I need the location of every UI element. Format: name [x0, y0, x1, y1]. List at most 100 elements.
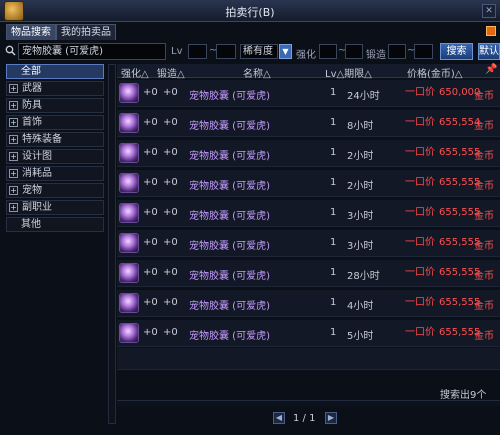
chevron-down-icon[interactable]: ▼: [279, 44, 292, 59]
col-forge-header[interactable]: 锻造△: [157, 65, 185, 80]
expand-icon[interactable]: +: [9, 84, 18, 93]
title-bar: 拍卖行(B) ✕: [0, 0, 500, 22]
row-time: 2小时: [347, 151, 374, 162]
flag-icon: [486, 26, 496, 36]
table-row[interactable]: +0 +0 宠物胶囊 (可爱虎) 1 8小时 一口价 655,554 金币: [117, 110, 500, 137]
row-strength: +0: [143, 87, 158, 98]
row-price-unit: 金币: [474, 181, 494, 192]
col-name-header[interactable]: 名称△: [243, 65, 271, 80]
category-special-equipment[interactable]: + 特殊装备: [6, 132, 104, 147]
tab-item-search[interactable]: 物品搜索: [6, 24, 56, 40]
row-forge: +0: [163, 297, 178, 308]
row-time: 8小时: [347, 121, 374, 132]
strength-max-input[interactable]: [345, 44, 363, 59]
row-item-name: 宠物胶囊 (可爱虎): [189, 181, 270, 192]
arrow-left-icon[interactable]: ◀: [273, 412, 285, 424]
row-strength: +0: [143, 147, 158, 158]
row-buyout-label: 一口价: [405, 267, 435, 278]
close-icon[interactable]: ✕: [482, 4, 496, 18]
lv-max-input[interactable]: [216, 44, 236, 59]
row-forge: +0: [163, 207, 178, 218]
table-row[interactable]: +0 +0 宠物胶囊 (可爱虎) 1 2小时 一口价 655,555 金币: [117, 140, 500, 167]
row-forge: +0: [163, 147, 178, 158]
forge-label: 锻造: [366, 50, 386, 61]
row-time: 4小时: [347, 301, 374, 312]
pet-capsule-icon: [119, 143, 139, 163]
forge-max-input[interactable]: [414, 44, 433, 59]
row-lv: 1: [330, 147, 337, 158]
row-strength: +0: [143, 207, 158, 218]
empty-row: [117, 348, 500, 370]
results-table: 强化△ 锻造△ 名称△ Lv△期限△ 价格(金币)△ 📌 +0 +0 宠物胶囊 …: [117, 64, 500, 410]
row-price-unit: 金币: [474, 91, 494, 102]
pet-capsule-icon: [119, 263, 139, 283]
expand-icon[interactable]: +: [9, 169, 18, 178]
category-accessories[interactable]: + 首饰: [6, 115, 104, 130]
expand-icon[interactable]: +: [9, 118, 18, 127]
row-item-name: 宠物胶囊 (可爱虎): [189, 271, 270, 282]
strength-min-input[interactable]: [319, 44, 337, 59]
row-buyout-label: 一口价: [405, 297, 435, 308]
page-indicator: 1 / 1: [293, 413, 316, 424]
row-forge: +0: [163, 327, 178, 338]
expand-icon[interactable]: +: [9, 203, 18, 212]
table-row[interactable]: +0 +0 宠物胶囊 (可爱虎) 1 2小时 一口价 655,555 金币: [117, 170, 500, 197]
table-row[interactable]: +0 +0 宠物胶囊 (可爱虎) 1 24小时 一口价 650,000 金币: [117, 80, 500, 107]
tab-my-auctions[interactable]: 我的拍卖品: [56, 24, 116, 40]
expand-icon[interactable]: +: [9, 152, 18, 161]
table-row[interactable]: +0 +0 宠物胶囊 (可爱虎) 1 4小时 一口价 655,555 金币: [117, 290, 500, 317]
row-buyout-label: 一口价: [405, 117, 435, 128]
pet-capsule-icon: [119, 83, 139, 103]
lv-min-input[interactable]: [188, 44, 207, 59]
row-buyout-label: 一口价: [405, 327, 435, 338]
row-lv: 1: [330, 207, 337, 218]
category-weapons[interactable]: + 武器: [6, 81, 104, 96]
search-button[interactable]: 搜索: [440, 43, 473, 60]
arrow-right-icon[interactable]: ▶: [325, 412, 337, 424]
row-time: 5小时: [347, 331, 374, 342]
row-forge: +0: [163, 267, 178, 278]
row-price-unit: 金币: [474, 301, 494, 312]
row-price-unit: 金币: [474, 271, 494, 282]
expand-icon[interactable]: +: [9, 186, 18, 195]
expand-icon[interactable]: +: [9, 101, 18, 110]
default-button[interactable]: 默认: [478, 43, 500, 60]
forge-min-input[interactable]: [388, 44, 406, 59]
category-consumables[interactable]: + 消耗品: [6, 166, 104, 181]
category-others[interactable]: 其他: [6, 217, 104, 232]
category-blueprints[interactable]: + 设计图: [6, 149, 104, 164]
window-title: 拍卖行(B): [225, 6, 275, 19]
category-label: 其他: [21, 219, 41, 230]
category-label: 全部: [21, 66, 41, 77]
row-price-unit: 金币: [474, 241, 494, 252]
row-item-name: 宠物胶囊 (可爱虎): [189, 241, 270, 252]
row-lv: 1: [330, 117, 337, 128]
expand-icon[interactable]: +: [9, 135, 18, 144]
item-name-input[interactable]: 宠物胶囊 (可爱虎): [18, 43, 166, 60]
category-scrollbar[interactable]: [108, 64, 116, 424]
row-buyout-label: 一口价: [405, 237, 435, 248]
table-row[interactable]: +0 +0 宠物胶囊 (可爱虎) 1 3小时 一口价 655,555 金币: [117, 200, 500, 227]
row-price-unit: 金币: [474, 151, 494, 162]
row-forge: +0: [163, 237, 178, 248]
row-price-unit: 金币: [474, 331, 494, 342]
pet-capsule-icon: [119, 203, 139, 223]
category-label: 宠物: [22, 185, 42, 196]
category-pets[interactable]: + 宠物: [6, 183, 104, 198]
col-strength-header[interactable]: 强化△: [121, 65, 149, 80]
pet-capsule-icon: [119, 293, 139, 313]
rarity-select[interactable]: 稀有度: [240, 44, 278, 59]
category-sub-profession[interactable]: + 副职业: [6, 200, 104, 215]
col-price-header[interactable]: 价格(金币)△: [407, 65, 463, 80]
table-row[interactable]: +0 +0 宠物胶囊 (可爱虎) 1 28小时 一口价 655,555 金币: [117, 260, 500, 287]
table-row[interactable]: +0 +0 宠物胶囊 (可爱虎) 1 5小时 一口价 655,555 金币: [117, 320, 500, 347]
row-strength: +0: [143, 237, 158, 248]
table-row[interactable]: +0 +0 宠物胶囊 (可爱虎) 1 3小时 一口价 655,555 金币: [117, 230, 500, 257]
pin-icon[interactable]: 📌: [485, 64, 497, 75]
category-all[interactable]: 全部: [6, 64, 104, 79]
category-list: 全部 + 武器 + 防具 + 首饰 + 特殊装备 + 设计图 + 消耗品 + 宠物 + 副职业 …: [6, 64, 104, 424]
category-label: 副职业: [22, 202, 52, 213]
category-armor[interactable]: + 防具: [6, 98, 104, 113]
row-buyout-label: 一口价: [405, 87, 435, 98]
col-lv-time-header[interactable]: Lv△期限△: [325, 65, 372, 80]
